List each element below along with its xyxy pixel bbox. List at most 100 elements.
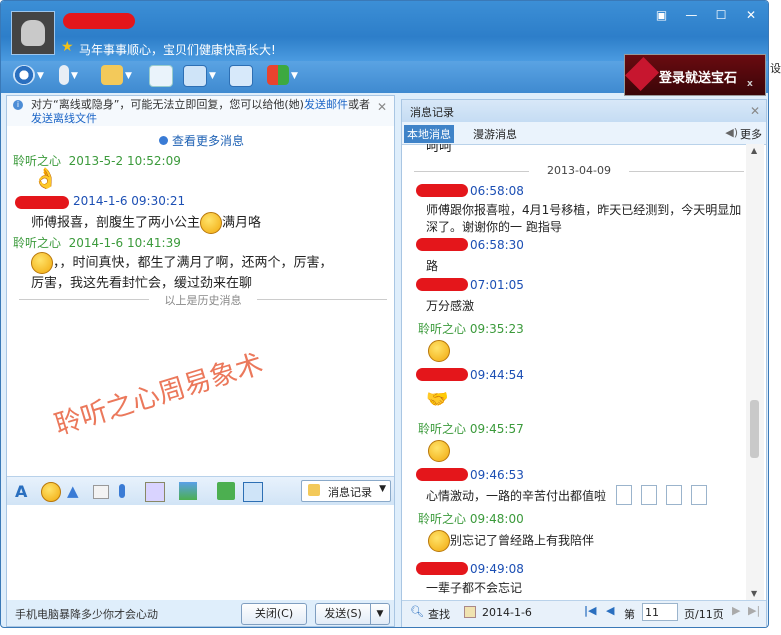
scroll-thumb[interactable] (750, 400, 759, 458)
notice-close-icon[interactable]: ✕ (377, 100, 387, 114)
ghost-box (616, 485, 632, 505)
promo-close-icon[interactable]: x (747, 79, 753, 89)
send-file-button[interactable]: ▼ (101, 65, 132, 89)
message-header: 聆听之心 09:45:57 (418, 422, 524, 436)
microphone-icon (59, 65, 69, 85)
ok-hand-emoji-icon: 👌 (33, 166, 58, 190)
grin-emoji-icon (31, 252, 53, 274)
voice-message-icon[interactable] (119, 484, 125, 498)
message-text: 路 (426, 259, 439, 273)
image-icon[interactable] (179, 482, 197, 500)
history-scrollbar[interactable]: ▲ ▼ (746, 144, 764, 600)
prev-page-icon[interactable]: ◀ (606, 604, 614, 617)
tab-roaming-messages[interactable]: 漫游消息 (470, 125, 520, 143)
scroll-down-icon[interactable]: ▼ (751, 589, 757, 598)
message-time: 09:44:54 (470, 368, 524, 382)
more-button[interactable]: 更多 (740, 126, 762, 142)
history-close-icon[interactable]: ✕ (750, 104, 760, 118)
view-more-messages-link[interactable]: 查看更多消息 (159, 132, 244, 149)
avatar[interactable] (11, 11, 55, 55)
redacted-name (416, 562, 468, 575)
notice-text: 对方“离线或隐身”，可能无法立即回复，您可以给他(她) (31, 98, 304, 111)
promo-banner[interactable]: 登录就送宝石 x (624, 54, 766, 96)
redacted-name (416, 238, 468, 251)
message-text: 师傅报喜，剖腹生了两小公主 满月咯 (31, 212, 261, 234)
close-button[interactable]: ✕ (740, 7, 762, 23)
redacted-name (416, 468, 468, 481)
redacted-name (416, 184, 468, 197)
close-chat-button[interactable]: 关闭(C) (241, 603, 307, 625)
message-input[interactable] (7, 505, 394, 601)
ghost-box (691, 485, 707, 505)
send-bar: 手机电脑暴降多少你才会心动 关闭(C) 发送(S) ▼ (7, 600, 394, 626)
send-options-chevron-icon[interactable]: ▼ (370, 603, 390, 625)
send-button[interactable]: 发送(S) (315, 603, 371, 625)
history-title: 消息记录 (410, 106, 454, 119)
send-offline-file-link[interactable]: 发送离线文件 (31, 112, 97, 125)
notice-text-or: 或者 (347, 98, 370, 111)
music-icon[interactable] (217, 482, 235, 500)
ghost-box (641, 485, 657, 505)
page-prefix: 第 (624, 608, 635, 621)
record-icon (308, 484, 320, 496)
message-time: 06:58:30 (470, 238, 524, 252)
history-header: 消息记录 ✕ (402, 100, 766, 122)
send-email-link[interactable]: 发送邮件 (304, 98, 348, 111)
message-text: 一辈子都不会忘记 (426, 581, 523, 595)
page-suffix: 页/11页 (684, 608, 724, 621)
message-header: 2014-1-6 09:30:21 (73, 194, 186, 208)
background-text: 设 (770, 62, 781, 75)
maximize-button[interactable]: ☐ (710, 7, 732, 23)
message-text: 万分感激 (426, 299, 475, 313)
remote-assist-button[interactable]: ▼ (183, 65, 216, 89)
format-toolbar: A ▲ 消息记录 ▼ (7, 476, 394, 505)
chevron-down-icon: ▼ (379, 484, 386, 494)
page-input[interactable]: 11 (642, 603, 678, 621)
message-record-button[interactable]: 消息记录 ▼ (301, 480, 391, 502)
bottom-ad-link[interactable]: 手机电脑暴降多少你才会心动 (15, 606, 158, 622)
screenshot-icon[interactable] (243, 482, 263, 502)
vibrate-icon[interactable] (93, 485, 109, 499)
minimize-button[interactable]: — (680, 7, 702, 23)
speaker-icon[interactable]: ◀) (725, 126, 738, 139)
emoji-icon[interactable] (41, 482, 61, 502)
message-time: 07:01:05 (470, 278, 524, 292)
search-button[interactable]: 查找 (428, 606, 450, 622)
date-divider: 2013-04-09 (414, 164, 744, 177)
offline-notice: i 对方“离线或隐身”，可能无法立即回复，您可以给他(她)发送邮件或者发送离线文… (7, 96, 394, 126)
tab-local-messages[interactable]: 本地消息 (404, 125, 454, 143)
doodle-icon[interactable] (145, 482, 165, 502)
date-value: 2014-1-6 (482, 606, 532, 619)
magic-emoji-icon[interactable]: ▲ (67, 482, 85, 500)
history-list: 呵呵 2013-04-09 06:58:08 师傅跟你报喜啦，4月1号移植，昨天… (402, 144, 746, 600)
message-text: 师傅跟你报喜啦，4月1号移植，昨天已经测到，今天明显加深了。谢谢你的一 跑指导 (426, 203, 742, 234)
voice-call-button[interactable]: ▼ (59, 65, 78, 89)
skin-button[interactable]: ▣ (651, 7, 673, 23)
message-text: 心情激动，一路的辛苦付出都值啦 (426, 489, 607, 503)
window-controls: ▣ — ☐ ✕ (647, 7, 762, 23)
video-call-button[interactable]: ▼ (13, 65, 44, 89)
grin-emoji-icon (428, 530, 450, 552)
next-page-icon[interactable]: ▶ (732, 604, 740, 617)
first-page-icon[interactable]: |◀ (584, 604, 596, 617)
gem-icon (625, 57, 659, 91)
font-icon[interactable]: A (15, 482, 33, 501)
search-icon[interactable]: 🔍︎ (410, 605, 424, 618)
calendar-icon[interactable] (464, 606, 476, 618)
redacted-name (416, 278, 468, 291)
share-screen-button[interactable] (229, 65, 253, 89)
create-discussion-button[interactable] (149, 65, 173, 89)
message-time: 06:58:08 (470, 184, 524, 198)
last-page-icon[interactable]: ▶| (748, 604, 760, 617)
scroll-up-icon[interactable]: ▲ (751, 146, 757, 155)
message-text: 呵呵 (426, 144, 453, 155)
signature: 马年事事顺心，宝贝们健康快高长大! (79, 43, 276, 57)
promo-text: 登录就送宝石 (659, 71, 738, 86)
record-label: 消息记录 (328, 486, 372, 499)
apps-button[interactable]: ▼ (267, 65, 298, 89)
history-tabs: 本地消息 漫游消息 ◀) 更多 (402, 122, 766, 145)
message-text: 别忘记了曾经路上有我陪伴 (428, 530, 594, 552)
screen-share-icon (229, 65, 253, 87)
redacted-name (416, 368, 468, 381)
message-time: 09:49:08 (470, 562, 524, 576)
